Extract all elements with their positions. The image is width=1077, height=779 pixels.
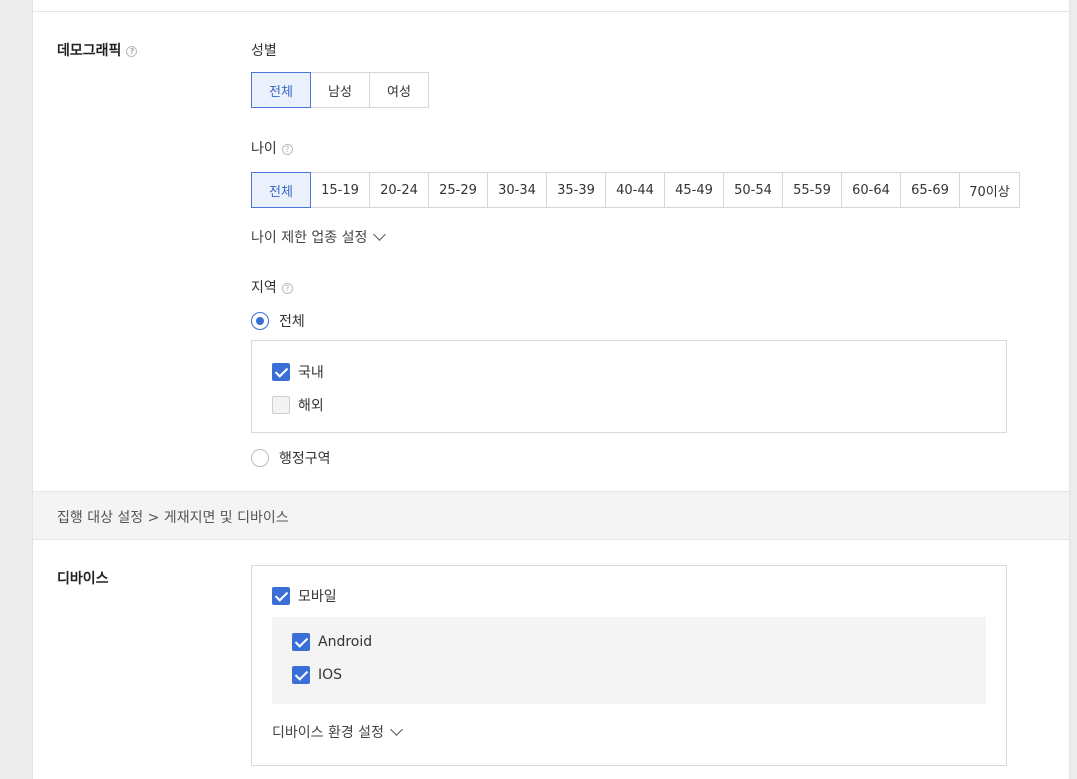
age-60-64-button[interactable]: 60-64 bbox=[842, 172, 901, 208]
gender-female-button[interactable]: 여성 bbox=[370, 72, 429, 108]
demographic-label: 데모그래픽? bbox=[57, 40, 138, 60]
age-25-29-button[interactable]: 25-29 bbox=[429, 172, 488, 208]
age-45-49-button[interactable]: 45-49 bbox=[665, 172, 724, 208]
age-label-text: 나이 bbox=[251, 141, 277, 157]
demographic-label-text: 데모그래픽 bbox=[57, 43, 122, 59]
device-ios-checkbox[interactable] bbox=[292, 666, 310, 684]
device-options-box: 모바일 Android IOS 디바이스 환경 설정 bbox=[251, 565, 1007, 766]
gender-male-button[interactable]: 남성 bbox=[311, 72, 370, 108]
chevron-down-icon bbox=[390, 723, 403, 736]
device-env-label: 디바이스 환경 설정 bbox=[272, 725, 384, 741]
device-ios-label: IOS bbox=[318, 667, 343, 683]
age-restrict-label: 나이 제한 업종 설정 bbox=[251, 230, 368, 246]
demographic-help-icon[interactable]: ? bbox=[126, 45, 138, 57]
gender-segmented: 전체 남성 여성 bbox=[251, 72, 429, 108]
device-android-label: Android bbox=[318, 634, 373, 650]
age-30-34-button[interactable]: 30-34 bbox=[488, 172, 547, 208]
device-ios-option[interactable]: IOS bbox=[292, 666, 342, 684]
section-band-title: 집행 대상 설정 > 게재지면 및 디바이스 bbox=[57, 510, 289, 526]
age-segmented: 전체 15-19 20-24 25-29 30-34 35-39 40-44 4… bbox=[251, 172, 1020, 208]
device-android-checkbox[interactable] bbox=[292, 633, 310, 651]
device-mobile-checkbox[interactable] bbox=[272, 587, 290, 605]
age-40-44-button[interactable]: 40-44 bbox=[606, 172, 665, 208]
region-admin-option[interactable]: 행정구역 bbox=[251, 448, 331, 468]
region-admin-radio[interactable] bbox=[251, 449, 269, 467]
age-65-69-button[interactable]: 65-69 bbox=[901, 172, 960, 208]
region-label: 지역? bbox=[251, 277, 293, 297]
age-all-button[interactable]: 전체 bbox=[251, 172, 311, 208]
age-70-plus-button[interactable]: 70이상 bbox=[960, 172, 1020, 208]
device-env-toggle[interactable]: 디바이스 환경 설정 bbox=[272, 722, 403, 742]
gender-all-button[interactable]: 전체 bbox=[251, 72, 311, 108]
region-domestic-option[interactable]: 국내 bbox=[272, 362, 324, 382]
region-options-box: 국내 해외 bbox=[251, 340, 1007, 433]
device-mobile-label: 모바일 bbox=[298, 589, 337, 605]
chevron-down-icon bbox=[373, 228, 387, 241]
age-15-19-button[interactable]: 15-19 bbox=[311, 172, 370, 208]
device-os-subbox: Android IOS bbox=[272, 617, 986, 704]
age-label: 나이? bbox=[251, 138, 293, 158]
age-35-39-button[interactable]: 35-39 bbox=[547, 172, 606, 208]
device-android-option[interactable]: Android bbox=[292, 633, 372, 651]
region-all-option[interactable]: 전체 bbox=[251, 311, 305, 331]
region-admin-label: 행정구역 bbox=[279, 451, 331, 467]
region-help-icon[interactable]: ? bbox=[281, 282, 293, 294]
region-domestic-checkbox[interactable] bbox=[272, 363, 290, 381]
section-band: 집행 대상 설정 > 게재지면 및 디바이스 bbox=[33, 491, 1069, 540]
region-overseas-option[interactable]: 해외 bbox=[272, 395, 324, 415]
region-domestic-label: 국내 bbox=[298, 365, 324, 381]
gender-label: 성별 bbox=[251, 43, 277, 59]
age-restrict-toggle[interactable]: 나이 제한 업종 설정 bbox=[251, 227, 387, 247]
region-overseas-label: 해외 bbox=[298, 398, 324, 414]
settings-panel: 데모그래픽? 성별 전체 남성 여성 나이? 전체 15-19 20-24 25… bbox=[32, 0, 1070, 779]
top-divider bbox=[33, 11, 1069, 12]
region-label-text: 지역 bbox=[251, 280, 277, 296]
age-55-59-button[interactable]: 55-59 bbox=[783, 172, 842, 208]
region-all-radio[interactable] bbox=[251, 312, 269, 330]
age-50-54-button[interactable]: 50-54 bbox=[724, 172, 783, 208]
age-20-24-button[interactable]: 20-24 bbox=[370, 172, 429, 208]
region-all-label: 전체 bbox=[279, 314, 305, 330]
age-help-icon[interactable]: ? bbox=[281, 143, 293, 155]
device-mobile-option[interactable]: 모바일 bbox=[272, 586, 337, 606]
device-label: 디바이스 bbox=[57, 571, 109, 587]
region-overseas-checkbox[interactable] bbox=[272, 396, 290, 414]
